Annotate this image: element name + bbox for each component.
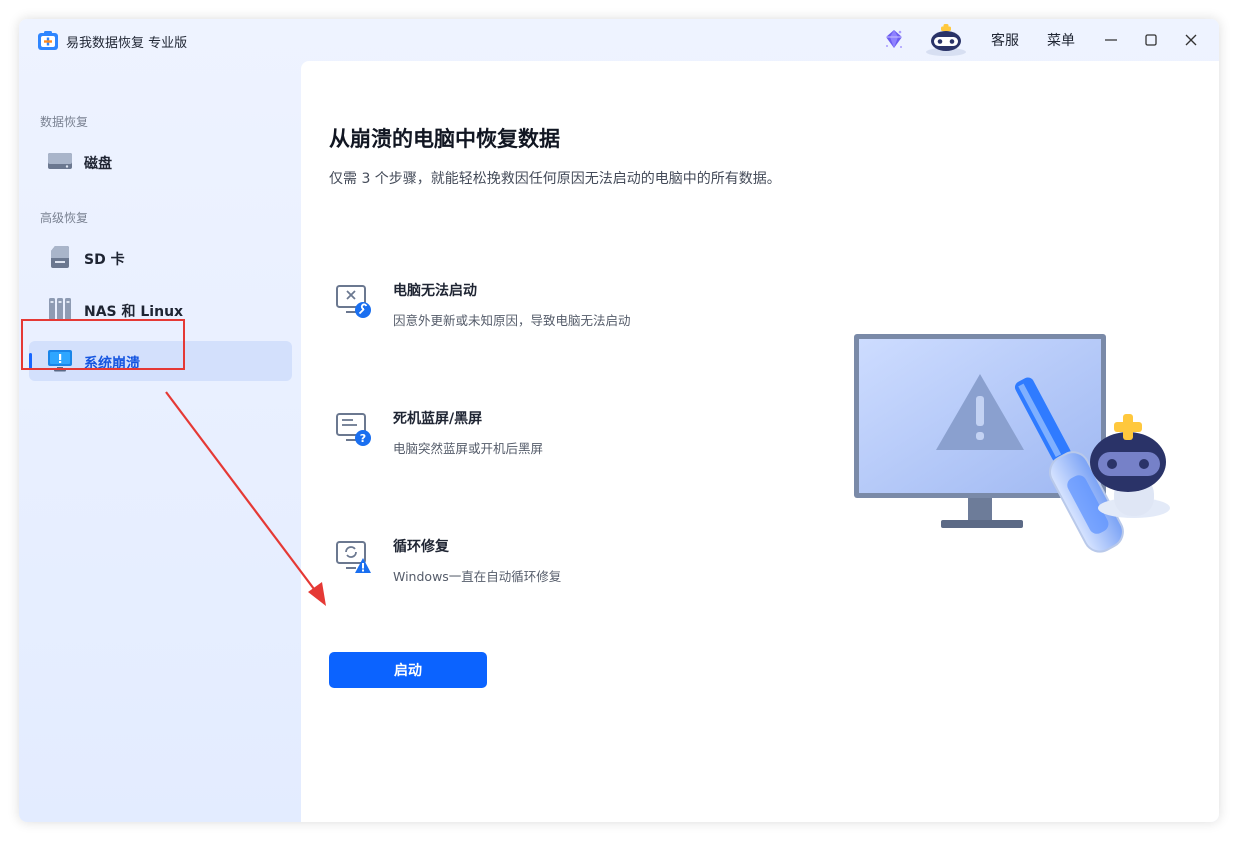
start-button[interactable]: 启动 — [329, 652, 487, 688]
section-title-advanced-recovery: 高级恢复 — [40, 209, 88, 226]
minimize-button[interactable] — [1097, 19, 1125, 61]
page-title: 从崩溃的电脑中恢复数据 — [329, 123, 560, 153]
customer-service-button[interactable]: 客服 — [991, 19, 1019, 61]
maximize-button[interactable] — [1137, 19, 1165, 61]
sidebar-item-label: NAS 和 Linux — [84, 301, 183, 321]
feature-description: 电脑突然蓝屏或开机后黑屏 — [393, 438, 543, 457]
title-bar: 易我数据恢复 专业版 客服 — [19, 19, 1219, 61]
menu-button[interactable]: 菜单 — [1047, 19, 1075, 61]
main-panel: 从崩溃的电脑中恢复数据 仅需 3 个步骤，就能轻松挽救因任何原因无法启动的电脑中… — [301, 61, 1219, 822]
crashed-monitor-illustration — [846, 326, 1186, 571]
sidebar-item-label: SD 卡 — [84, 249, 125, 269]
red-arrow-annotation — [160, 388, 340, 613]
minimize-icon — [1104, 33, 1118, 47]
feature-description: 因意外更新或未知原因，导致电脑无法启动 — [393, 310, 631, 329]
red-highlight-box — [21, 319, 185, 370]
repair-loop-icon — [335, 538, 373, 576]
robot-mascot-icon — [924, 23, 968, 57]
feature-blue-screen: ? 死机蓝屏/黑屏 电脑突然蓝屏或开机后黑屏 — [329, 408, 729, 468]
maximize-icon — [1144, 33, 1158, 47]
close-button[interactable] — [1177, 19, 1205, 61]
diamond-icon — [883, 28, 905, 52]
disk-icon — [47, 149, 73, 173]
feature-title: 死机蓝屏/黑屏 — [393, 408, 482, 428]
app-title: 易我数据恢复 专业版 — [66, 32, 187, 51]
menu-label: 菜单 — [1047, 30, 1075, 50]
customer-service-label: 客服 — [991, 30, 1019, 50]
sd-card-icon — [47, 245, 73, 269]
feature-pc-wont-boot: 电脑无法启动 因意外更新或未知原因，导致电脑无法启动 — [329, 280, 729, 340]
premium-diamond-button[interactable] — [879, 19, 909, 61]
app-logo-icon — [37, 30, 59, 52]
feature-description: Windows一直在自动循环修复 — [393, 566, 561, 585]
feature-title: 电脑无法启动 — [393, 280, 477, 300]
mascot-avatar-button[interactable] — [923, 19, 969, 61]
blue-screen-icon: ? — [335, 410, 373, 448]
section-title-data-recovery: 数据恢复 — [40, 113, 88, 130]
sidebar-item-disk[interactable]: 磁盘 — [29, 141, 292, 181]
nas-icon — [47, 297, 73, 321]
feature-repair-loop: 循环修复 Windows一直在自动循环修复 — [329, 536, 729, 596]
close-icon — [1184, 33, 1198, 47]
sidebar-item-sd-card[interactable]: SD 卡 — [29, 237, 292, 277]
svg-text:?: ? — [360, 432, 366, 445]
page-subtitle: 仅需 3 个步骤，就能轻松挽救因任何原因无法启动的电脑中的所有数据。 — [329, 168, 781, 188]
feature-title: 循环修复 — [393, 536, 449, 556]
pc-wont-boot-icon — [335, 282, 373, 320]
sidebar-item-label: 磁盘 — [84, 153, 112, 173]
